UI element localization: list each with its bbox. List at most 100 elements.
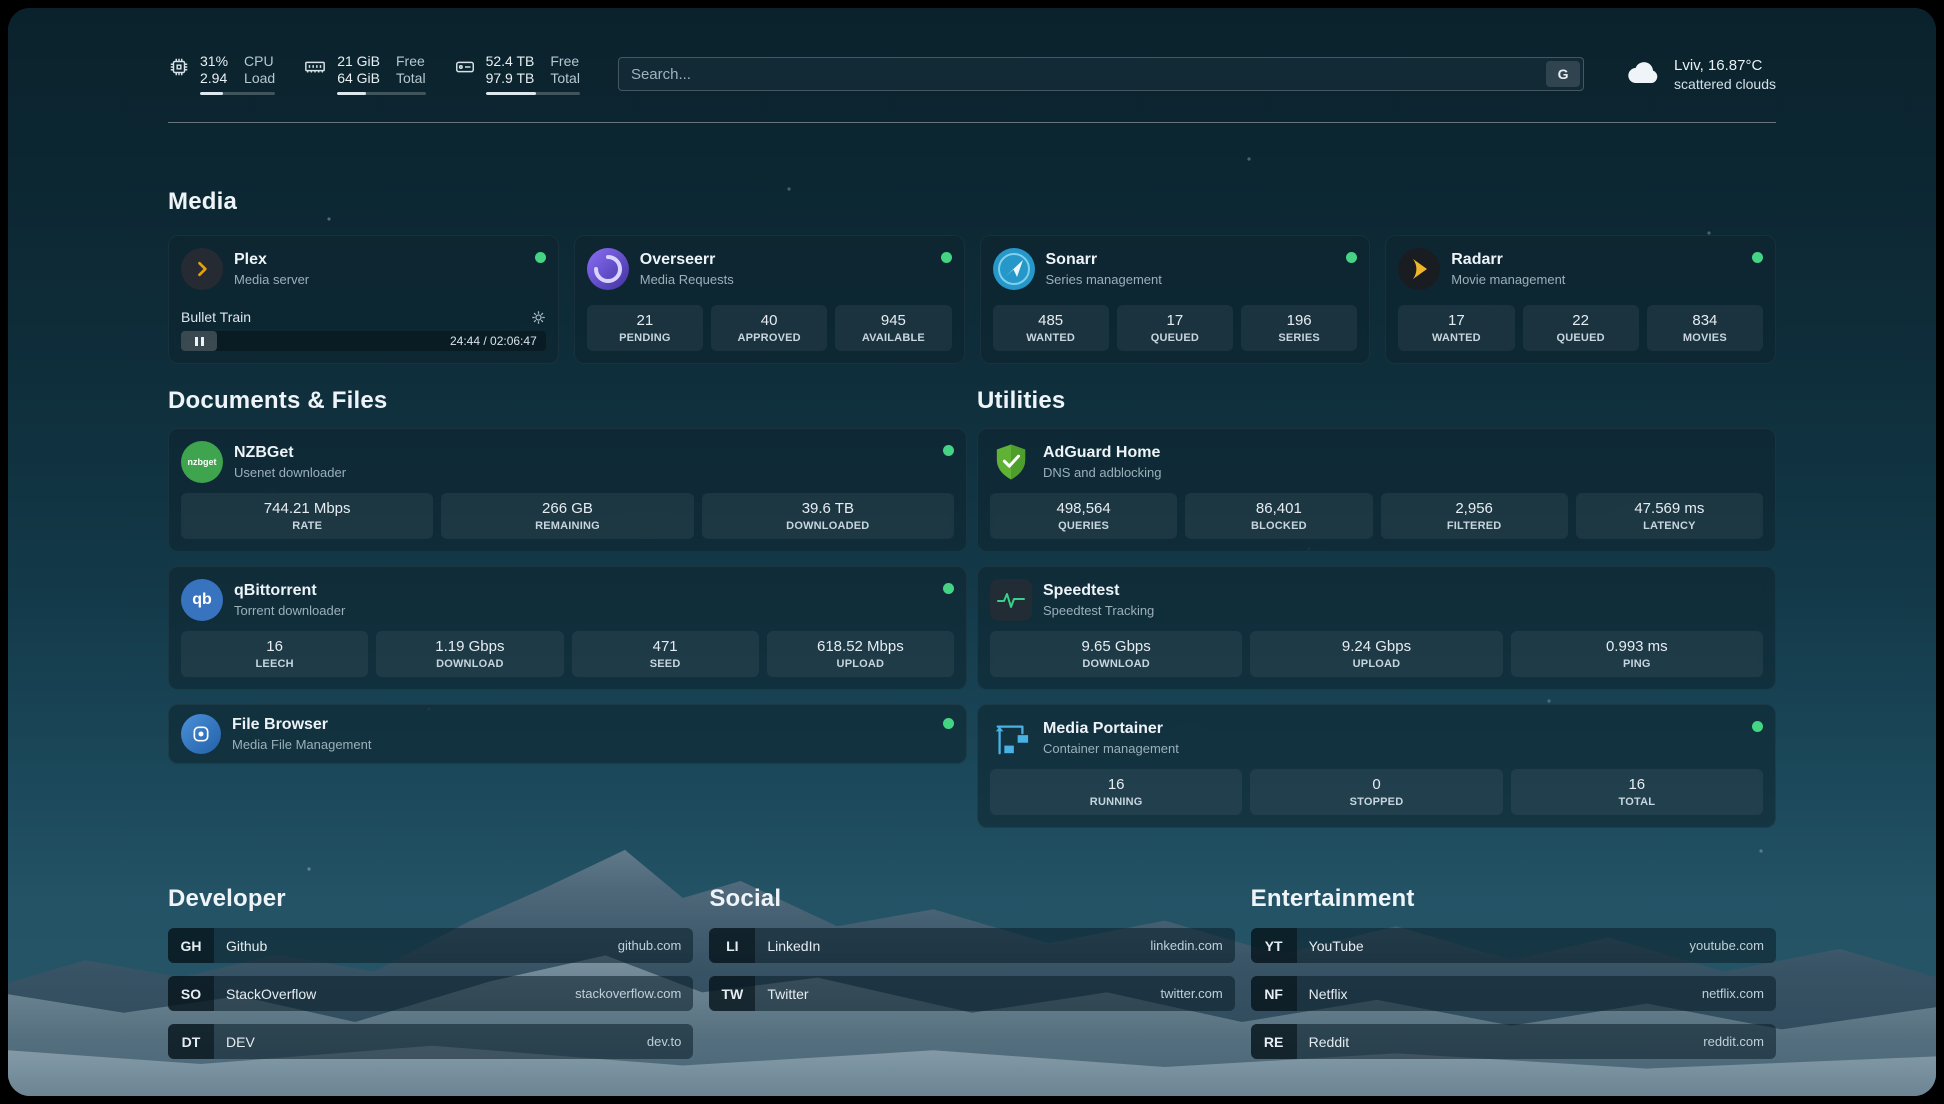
bookmark-name: Twitter bbox=[767, 986, 808, 1002]
cpu-usage-value: 31% bbox=[200, 53, 228, 70]
app-desc: Media server bbox=[234, 271, 309, 288]
ram-free-label: Free bbox=[396, 53, 426, 70]
bookmark-github[interactable]: GH Github github.com bbox=[168, 928, 693, 963]
now-playing-title: Bullet Train bbox=[181, 309, 251, 325]
stat-total: 16TOTAL bbox=[1511, 769, 1763, 815]
ram-progress-bar bbox=[337, 92, 425, 95]
app-desc: Media Requests bbox=[640, 271, 734, 288]
weather-widget: Lviv, 16.87°C scattered clouds bbox=[1622, 56, 1776, 93]
status-indicator bbox=[1752, 252, 1763, 263]
bookmark-abbr: GH bbox=[168, 928, 214, 963]
plex-icon bbox=[181, 248, 223, 290]
stat-movies: 834MOVIES bbox=[1647, 305, 1763, 351]
qbittorrent-card[interactable]: qb qBittorrent Torrent downloader 16LEEC… bbox=[168, 566, 967, 690]
bookmark-name: StackOverflow bbox=[226, 986, 316, 1002]
bookmark-netflix[interactable]: NF Netflix netflix.com bbox=[1251, 976, 1776, 1011]
status-indicator bbox=[1346, 252, 1357, 263]
bookmark-abbr: YT bbox=[1251, 928, 1297, 963]
bookmark-name: Netflix bbox=[1309, 986, 1348, 1002]
ram-readout: 21 GiB 64 GiB Free Total bbox=[337, 53, 425, 95]
bookmarks-entertainment: Entertainment YT YouTube youtube.com NF … bbox=[1251, 884, 1776, 1072]
sonarr-icon bbox=[993, 248, 1035, 290]
qbittorrent-icon: qb bbox=[181, 579, 223, 621]
ram-total-value: 64 GiB bbox=[337, 70, 380, 87]
app-desc: Usenet downloader bbox=[234, 464, 346, 481]
bookmark-abbr: DT bbox=[168, 1024, 214, 1059]
bookmark-youtube[interactable]: YT YouTube youtube.com bbox=[1251, 928, 1776, 963]
stat-downloaded: 39.6 TBDOWNLOADED bbox=[702, 493, 954, 539]
bookmark-url: netflix.com bbox=[1702, 986, 1764, 1001]
dashboard-content: 31% 2.94 CPU Load bbox=[8, 8, 1936, 1096]
app-desc: Movie management bbox=[1451, 271, 1565, 288]
cpu-progress-bar bbox=[200, 92, 275, 95]
bookmarks-developer: Developer GH Github github.com SO StackO… bbox=[168, 884, 693, 1072]
bookmark-url: github.com bbox=[618, 938, 682, 953]
app-desc: Torrent downloader bbox=[234, 602, 345, 619]
speedtest-icon bbox=[990, 579, 1032, 621]
plex-card[interactable]: Plex Media server Bullet Train bbox=[168, 235, 559, 364]
status-indicator bbox=[941, 252, 952, 263]
disk-progress-bar bbox=[486, 92, 580, 95]
app-name: Sonarr bbox=[1046, 250, 1162, 270]
stat-running: 16RUNNING bbox=[990, 769, 1242, 815]
search-engine-button[interactable]: G bbox=[1546, 61, 1580, 87]
app-desc: Media File Management bbox=[232, 736, 371, 753]
section-title-media: Media bbox=[168, 187, 1776, 217]
bookmark-url: linkedin.com bbox=[1150, 938, 1222, 953]
bookmark-url: stackoverflow.com bbox=[575, 986, 681, 1001]
bookmark-linkedin[interactable]: LI LinkedIn linkedin.com bbox=[709, 928, 1234, 963]
stat-wanted: 485WANTED bbox=[993, 305, 1109, 351]
stat-upload: 618.52 MbpsUPLOAD bbox=[767, 631, 954, 677]
speedtest-card[interactable]: Speedtest Speedtest Tracking 9.65 GbpsDO… bbox=[977, 566, 1776, 690]
top-bar: 31% 2.94 CPU Load bbox=[168, 46, 1776, 102]
cpu-readout: 31% 2.94 CPU Load bbox=[200, 53, 275, 95]
app-name: Plex bbox=[234, 250, 309, 270]
filebrowser-card[interactable]: File Browser Media File Management bbox=[168, 704, 967, 764]
status-indicator bbox=[943, 718, 954, 729]
ram-free-value: 21 GiB bbox=[337, 53, 380, 70]
search-bar: G bbox=[618, 57, 1584, 91]
overseerr-card[interactable]: Overseerr Media Requests 21PENDING 40APP… bbox=[574, 235, 965, 364]
bookmark-dev[interactable]: DT DEV dev.to bbox=[168, 1024, 693, 1059]
stat-blocked: 86,401BLOCKED bbox=[1185, 493, 1372, 539]
cpu-widget: 31% 2.94 CPU Load bbox=[168, 53, 275, 95]
playback-progress-bar[interactable]: 24:44 / 02:06:47 bbox=[181, 331, 546, 351]
search-input[interactable] bbox=[618, 57, 1584, 91]
disk-total-value: 97.9 TB bbox=[486, 70, 535, 87]
bookmark-url: reddit.com bbox=[1703, 1034, 1764, 1049]
bookmark-reddit[interactable]: RE Reddit reddit.com bbox=[1251, 1024, 1776, 1059]
portainer-card[interactable]: Media Portainer Container management 16R… bbox=[977, 704, 1776, 828]
cpu-usage-label: CPU bbox=[244, 53, 275, 70]
stat-queries: 498,564QUERIES bbox=[990, 493, 1177, 539]
status-indicator bbox=[943, 445, 954, 456]
weather-condition: scattered clouds bbox=[1674, 75, 1776, 93]
filebrowser-icon bbox=[181, 714, 221, 754]
gear-icon[interactable] bbox=[531, 310, 546, 325]
adguard-card[interactable]: AdGuard Home DNS and adblocking 498,564Q… bbox=[977, 428, 1776, 552]
stat-ping: 0.993 msPING bbox=[1511, 631, 1763, 677]
bookmark-abbr: RE bbox=[1251, 1024, 1297, 1059]
disk-free-value: 52.4 TB bbox=[486, 53, 535, 70]
header-divider bbox=[168, 122, 1776, 123]
cpu-icon bbox=[168, 56, 190, 83]
cloud-icon bbox=[1622, 57, 1662, 92]
app-desc: Series management bbox=[1046, 271, 1162, 288]
stat-download: 1.19 GbpsDOWNLOAD bbox=[376, 631, 563, 677]
app-desc: Container management bbox=[1043, 740, 1179, 757]
system-widgets: 31% 2.94 CPU Load bbox=[168, 53, 580, 95]
bookmark-twitter[interactable]: TW Twitter twitter.com bbox=[709, 976, 1234, 1011]
bookmark-name: DEV bbox=[226, 1034, 255, 1050]
bookmark-stackoverflow[interactable]: SO StackOverflow stackoverflow.com bbox=[168, 976, 693, 1011]
nzbget-card[interactable]: nzbget NZBGet Usenet downloader 744.21 M… bbox=[168, 428, 967, 552]
section-title-social: Social bbox=[709, 884, 1234, 914]
bookmark-url: twitter.com bbox=[1161, 986, 1223, 1001]
stat-filtered: 2,956FILTERED bbox=[1381, 493, 1568, 539]
bookmark-name: LinkedIn bbox=[767, 938, 820, 954]
sonarr-card[interactable]: Sonarr Series management 485WANTED 17QUE… bbox=[980, 235, 1371, 364]
stat-wanted: 17WANTED bbox=[1398, 305, 1514, 351]
pause-button[interactable] bbox=[181, 331, 217, 351]
bookmark-name: YouTube bbox=[1309, 938, 1364, 954]
radarr-card[interactable]: Radarr Movie management 17WANTED 22QUEUE… bbox=[1385, 235, 1776, 364]
cpu-load-label: Load bbox=[244, 70, 275, 87]
app-name: NZBGet bbox=[234, 443, 346, 463]
